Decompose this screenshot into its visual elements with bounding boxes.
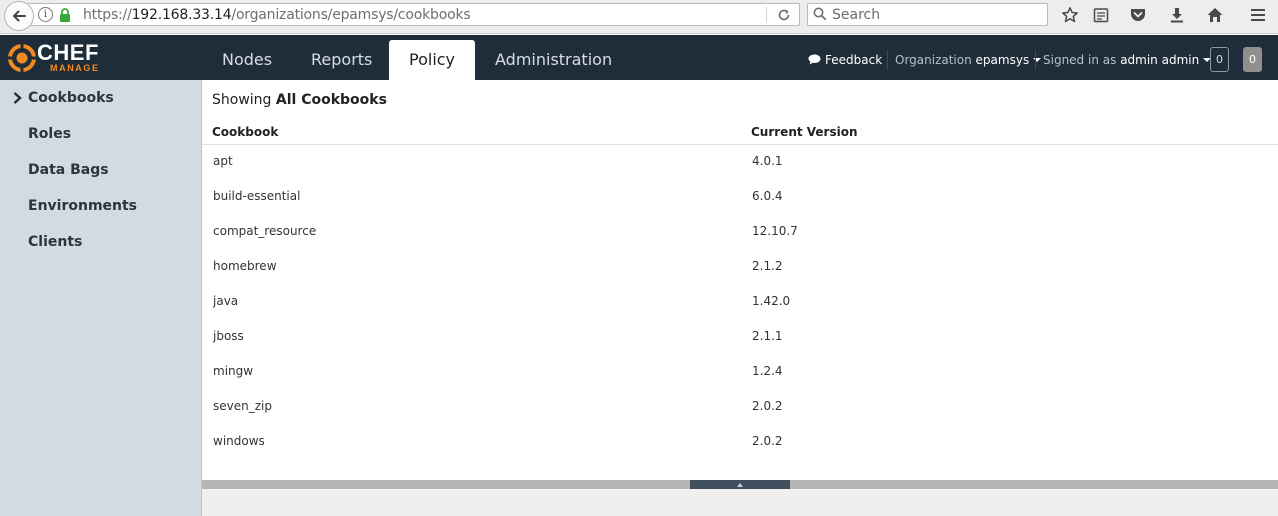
url-divider bbox=[766, 7, 767, 23]
bookmark-star-icon[interactable] bbox=[1060, 5, 1080, 25]
lock-icon bbox=[59, 8, 71, 27]
cookbook-name[interactable]: seven_zip bbox=[213, 399, 272, 413]
showing-value: All Cookbooks bbox=[275, 92, 387, 108]
organization-dropdown[interactable]: Organization epamsys bbox=[895, 53, 1042, 67]
cookbook-version: 4.0.1 bbox=[752, 154, 783, 168]
feedback-link[interactable]: Feedback bbox=[808, 53, 882, 67]
cookbook-version: 12.10.7 bbox=[752, 224, 798, 238]
showing-heading: Showing All Cookbooks bbox=[212, 92, 387, 108]
browser-search-box[interactable] bbox=[807, 3, 1048, 26]
url-host: 192.168.33.14 bbox=[131, 7, 232, 23]
tab-administration[interactable]: Administration bbox=[475, 40, 632, 80]
header-divider bbox=[887, 50, 888, 70]
table-row[interactable]: apt 4.0.1 bbox=[202, 145, 1278, 180]
url-path: /organizations/epamsys/cookbooks bbox=[231, 7, 471, 23]
sidebar-item-data-bags[interactable]: Data Bags bbox=[28, 162, 109, 178]
drawer-toggle-handle[interactable] bbox=[690, 480, 790, 489]
speech-bubble-icon bbox=[808, 54, 821, 65]
user-dropdown[interactable]: Signed in as admin admin bbox=[1043, 53, 1212, 67]
table-row[interactable]: build-essential 6.0.4 bbox=[202, 180, 1278, 215]
showing-prefix: Showing bbox=[212, 92, 272, 108]
download-icon[interactable] bbox=[1167, 5, 1187, 25]
table-row[interactable]: jboss 2.1.1 bbox=[202, 320, 1278, 355]
app-header: CHEF MANAGE Nodes Reports Policy Adminis… bbox=[0, 35, 1278, 80]
cookbook-name[interactable]: homebrew bbox=[213, 259, 277, 273]
signed-in-prefix: Signed in as bbox=[1043, 53, 1117, 67]
cookbook-name[interactable]: apt bbox=[213, 154, 233, 168]
cookbook-name[interactable]: java bbox=[213, 294, 238, 308]
cookbook-name[interactable]: jboss bbox=[213, 329, 244, 343]
cookbook-version: 2.1.1 bbox=[752, 329, 783, 343]
cookbook-version: 1.42.0 bbox=[752, 294, 791, 308]
address-bar[interactable]: i https://192.168.33.14/organizations/ep… bbox=[28, 3, 800, 26]
feedback-label: Feedback bbox=[825, 53, 883, 67]
sidebar-item-clients[interactable]: Clients bbox=[28, 234, 82, 250]
reading-list-icon[interactable] bbox=[1091, 5, 1111, 25]
url-scheme: https:// bbox=[83, 7, 132, 23]
cookbook-version: 2.0.2 bbox=[752, 434, 783, 448]
sidebar: Cookbooks Roles Data Bags Environments C… bbox=[0, 80, 202, 516]
column-header-current-version[interactable]: Current Version bbox=[751, 125, 858, 139]
organization-prefix: Organization bbox=[895, 53, 972, 67]
cookbook-version: 2.1.2 bbox=[752, 259, 783, 273]
detail-drawer bbox=[202, 489, 1278, 516]
chef-logo-mark-icon bbox=[7, 43, 37, 73]
url-text[interactable]: https://192.168.33.14/organizations/epam… bbox=[83, 7, 471, 23]
cookbook-version: 6.0.4 bbox=[752, 189, 783, 203]
table-row[interactable]: seven_zip 2.0.2 bbox=[202, 390, 1278, 425]
table-row[interactable]: mingw 1.2.4 bbox=[202, 355, 1278, 390]
cookbook-name[interactable]: mingw bbox=[213, 364, 253, 378]
tab-policy[interactable]: Policy bbox=[389, 40, 476, 80]
cookbook-name[interactable]: compat_resource bbox=[213, 224, 316, 238]
sidebar-item-environments[interactable]: Environments bbox=[28, 198, 137, 214]
sidebar-item-cookbooks[interactable]: Cookbooks bbox=[28, 90, 114, 106]
organization-name: epamsys bbox=[975, 53, 1030, 67]
reload-icon[interactable] bbox=[776, 7, 792, 28]
pocket-icon[interactable] bbox=[1128, 5, 1148, 25]
chef-logo[interactable]: CHEF MANAGE bbox=[7, 40, 117, 74]
main-content: Showing All Cookbooks Cookbook Current V… bbox=[202, 80, 1278, 480]
cookbook-name[interactable]: windows bbox=[213, 434, 265, 448]
header-divider bbox=[1035, 50, 1036, 70]
tab-reports[interactable]: Reports bbox=[291, 40, 392, 80]
menu-hamburger-icon[interactable] bbox=[1248, 5, 1268, 25]
site-info-icon[interactable]: i bbox=[38, 7, 53, 22]
cookbook-version: 1.2.4 bbox=[752, 364, 783, 378]
search-input[interactable] bbox=[832, 5, 1037, 24]
table-row[interactable]: java 1.42.0 bbox=[202, 285, 1278, 320]
chevron-right-icon bbox=[13, 91, 22, 109]
cookbook-version: 2.0.2 bbox=[752, 399, 783, 413]
detail-drawer-bar bbox=[202, 480, 1278, 489]
table-row[interactable]: compat_resource 12.10.7 bbox=[202, 215, 1278, 250]
alert-count-badge[interactable]: 0 bbox=[1243, 47, 1262, 72]
column-header-cookbook[interactable]: Cookbook bbox=[212, 125, 278, 139]
tab-nodes[interactable]: Nodes bbox=[202, 40, 292, 80]
table-row[interactable]: windows 2.0.2 bbox=[202, 425, 1278, 460]
caret-up-icon bbox=[737, 482, 743, 487]
cookbook-name[interactable]: build-essential bbox=[213, 189, 300, 203]
browser-toolbar: i https://192.168.33.14/organizations/ep… bbox=[0, 0, 1278, 34]
back-button[interactable] bbox=[4, 1, 34, 31]
user-name: admin admin bbox=[1120, 53, 1200, 67]
home-icon[interactable] bbox=[1205, 5, 1225, 25]
notification-badge[interactable]: 0 bbox=[1210, 47, 1229, 72]
sidebar-item-roles[interactable]: Roles bbox=[28, 126, 71, 142]
table-row[interactable]: homebrew 2.1.2 bbox=[202, 250, 1278, 285]
logo-subtitle: MANAGE bbox=[50, 63, 100, 73]
search-icon bbox=[813, 7, 827, 26]
back-arrow-icon bbox=[13, 10, 26, 22]
